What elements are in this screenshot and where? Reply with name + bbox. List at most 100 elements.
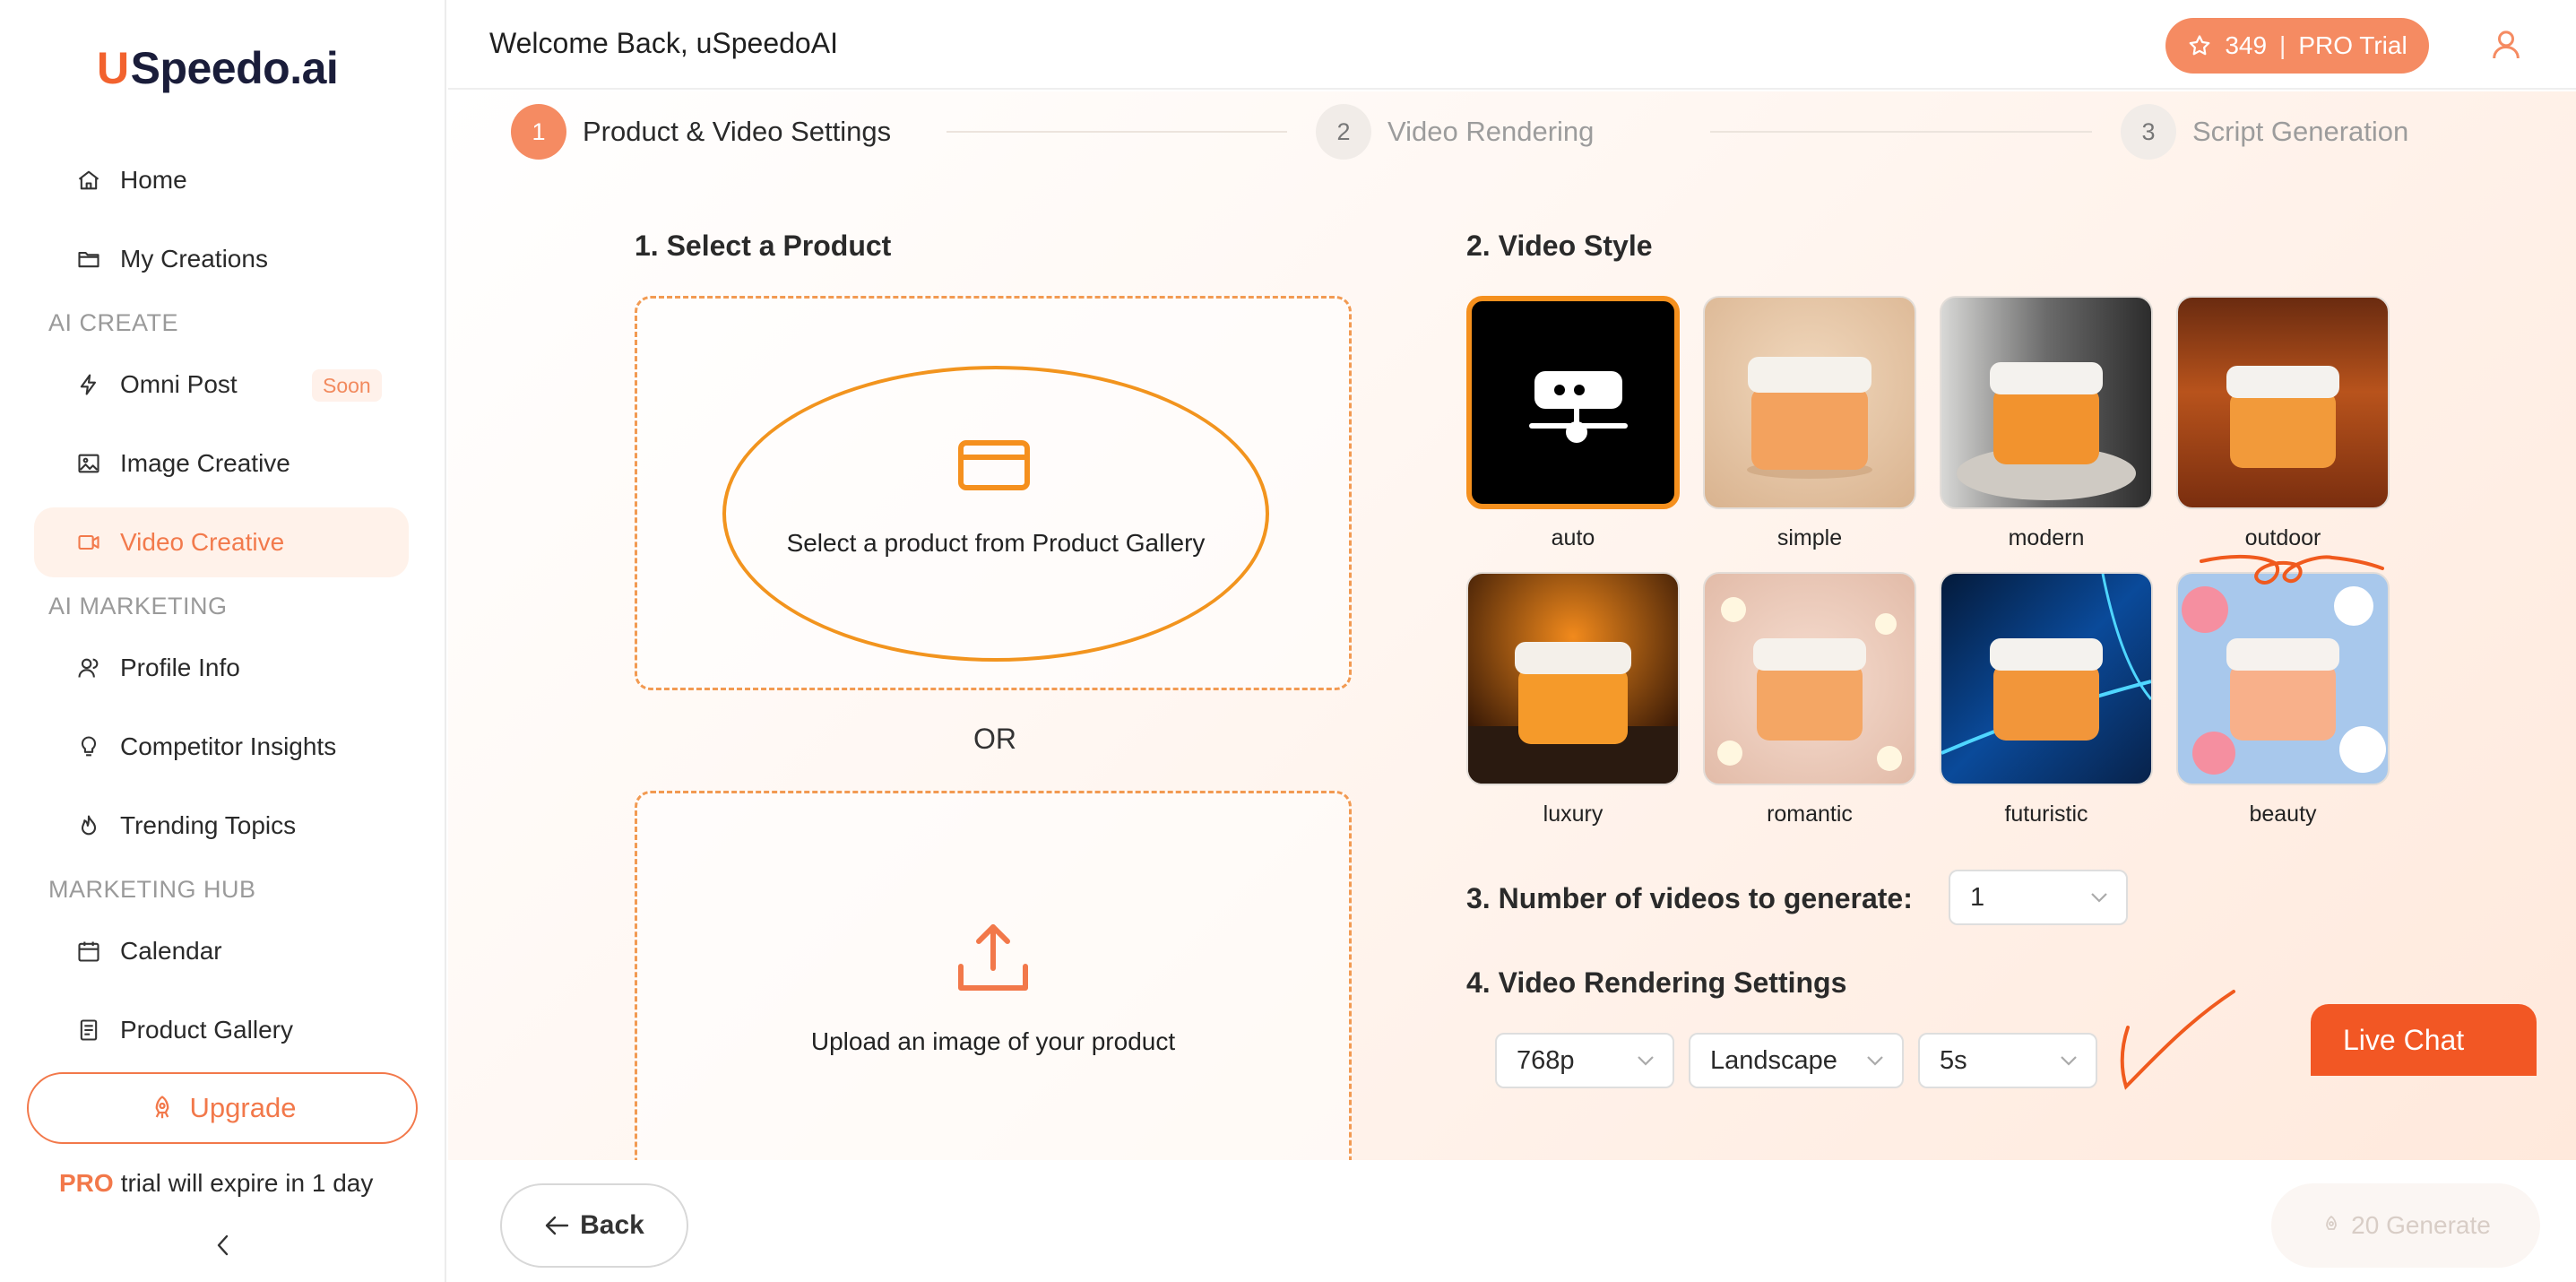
top-header: Welcome Back, uSpeedoAI 349 | PRO Trial (448, 0, 2576, 90)
document-list-icon (75, 1017, 102, 1044)
step-connector (1710, 131, 2092, 133)
sidebar-item-label: Profile Info (120, 654, 240, 681)
sidebar-item-label: My Creations (120, 245, 268, 273)
style-option-beauty[interactable] (2176, 572, 2390, 785)
sidebar-item-image-creative[interactable]: Image Creative (34, 429, 409, 498)
sidebar-item-label: Calendar (120, 937, 222, 965)
style-option-outdoor[interactable] (2176, 296, 2390, 509)
select-from-gallery-text: Select a product from Product Gallery (786, 529, 1206, 557)
step-script-generation[interactable]: 3 Script Generation (2121, 104, 2408, 160)
chevron-left-icon (217, 1234, 229, 1256)
sidebar-item-home[interactable]: Home (34, 145, 409, 215)
step-label: Video Rendering (1387, 116, 1595, 147)
chevron-down-icon (1638, 1056, 1654, 1066)
sidebar-item-label: Home (120, 166, 187, 194)
step-number: 1 (511, 104, 566, 160)
rendering-settings-heading: 4. Video Rendering Settings (1466, 966, 1847, 999)
rocket-icon (149, 1095, 176, 1122)
style-label-simple: simple (1776, 525, 1843, 550)
modern-style-image (1957, 362, 2136, 500)
image-icon (75, 450, 102, 477)
video-count-label: 3. Number of videos to generate: (1466, 882, 1913, 914)
user-icon (2493, 30, 2520, 59)
folder-icon (75, 246, 102, 273)
upload-icon (958, 924, 1028, 991)
resolution-value: 768p (1517, 1045, 1575, 1075)
step-video-rendering[interactable]: 2 Video Rendering (1316, 104, 1594, 160)
upgrade-button[interactable]: Upgrade (27, 1072, 418, 1144)
sidebar-item-product-gallery[interactable]: Product Gallery (34, 995, 409, 1065)
welcome-message: Welcome Back, uSpeedoAI (489, 27, 838, 59)
sidebar-item-label: Video Creative (120, 528, 285, 556)
separator: | (2279, 31, 2286, 59)
generate-label: 20 Generate (2351, 1211, 2491, 1239)
rocket-icon (2326, 1216, 2338, 1230)
beauty-style-image (2182, 586, 2386, 775)
simple-style-image (1747, 357, 1872, 479)
style-label-beauty: beauty (2249, 801, 2317, 827)
step-connector (947, 131, 1287, 133)
sidebar-item-label: Image Creative (120, 449, 290, 477)
style-option-auto[interactable] (1466, 296, 1680, 509)
style-option-luxury[interactable] (1466, 572, 1680, 785)
back-button[interactable]: Back (500, 1183, 688, 1268)
sidebar-item-profile-info[interactable]: Profile Info (34, 633, 409, 703)
step-product-video-settings[interactable]: 1 Product & Video Settings (511, 104, 891, 160)
back-label: Back (580, 1210, 644, 1240)
style-label-modern: modern (2008, 525, 2085, 550)
user-profile-button[interactable] (2488, 27, 2524, 63)
sidebar-item-video-creative[interactable]: Video Creative (34, 507, 409, 577)
users-icon (75, 654, 102, 681)
futuristic-style-image (1941, 574, 2151, 755)
sidebar-item-my-creations[interactable]: My Creations (34, 224, 409, 294)
home-icon (75, 167, 102, 194)
style-label-outdoor: outdoor (2244, 525, 2321, 550)
video-style-heading: 2. Video Style (1466, 230, 1653, 262)
trial-pro-label: PRO (59, 1169, 114, 1197)
auto-style-icon (1529, 371, 1628, 443)
style-option-futuristic[interactable] (1940, 572, 2153, 785)
sidebar: U Speedo.ai Home My Creations AI CREATE O… (0, 0, 446, 1282)
video-count-value: 1 (1970, 882, 1985, 912)
step-number: 2 (1316, 104, 1371, 160)
app-logo[interactable]: U Speedo.ai (97, 41, 339, 95)
orientation-select[interactable]: Landscape (1689, 1033, 1904, 1088)
duration-value: 5s (1940, 1045, 1967, 1075)
trial-expiry-notice: PRO trial will expire in 1 day (59, 1169, 373, 1198)
credits-plan-badge[interactable]: 349 | PRO Trial (2165, 18, 2429, 74)
credit-card-icon (958, 440, 1030, 490)
sidebar-item-competitor-insights[interactable]: Competitor Insights (34, 712, 409, 782)
style-label-romantic: romantic (1767, 801, 1853, 827)
logo-text: Speedo.ai (130, 43, 339, 93)
style-option-romantic[interactable] (1703, 572, 1916, 785)
gallery-highlight-circle (722, 366, 1269, 662)
sidebar-item-label: Trending Topics (120, 811, 297, 839)
credits-count: 349 (2225, 31, 2268, 59)
generate-button[interactable]: 20 Generate (2271, 1183, 2540, 1268)
step-label: Product & Video Settings (583, 116, 892, 147)
chevron-down-icon (2091, 893, 2107, 903)
select-product-heading: 1. Select a Product (635, 230, 892, 262)
outdoor-style-image (2226, 366, 2339, 468)
lightning-icon (75, 371, 102, 398)
live-chat-button[interactable]: Live Chat (2311, 1004, 2537, 1076)
luxury-style-image (1468, 642, 1678, 784)
resolution-select[interactable]: 768p (1495, 1033, 1674, 1088)
calendar-icon (75, 938, 102, 965)
style-option-simple[interactable] (1703, 296, 1916, 509)
or-divider: OR (973, 723, 1016, 755)
plan-label: PRO Trial (2298, 31, 2407, 59)
style-option-modern[interactable] (1940, 296, 2153, 509)
sidebar-item-trending-topics[interactable]: Trending Topics (34, 791, 409, 861)
sidebar-item-calendar[interactable]: Calendar (34, 916, 409, 986)
video-count-select[interactable]: 1 (1949, 870, 2128, 925)
style-label-auto: auto (1551, 525, 1595, 550)
collapse-sidebar-button[interactable] (210, 1232, 237, 1259)
style-label-luxury: luxury (1543, 801, 1604, 827)
footer-bar: Back 20 Generate (448, 1160, 2576, 1282)
video-camera-icon (75, 529, 102, 556)
sidebar-item-label: Omni Post (120, 370, 238, 398)
lightbulb-icon (75, 733, 102, 760)
star-icon (2189, 35, 2210, 56)
duration-select[interactable]: 5s (1918, 1033, 2097, 1088)
